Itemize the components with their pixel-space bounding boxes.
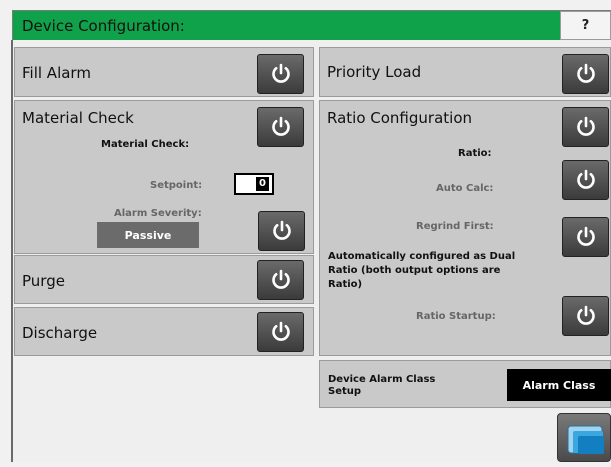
material-check-power-button[interactable] (257, 107, 304, 147)
priority-load-power-button[interactable] (562, 54, 609, 94)
power-icon (576, 226, 595, 246)
help-button[interactable]: ? (560, 11, 611, 40)
power-icon (576, 305, 595, 325)
auto-calc-power-button[interactable] (562, 160, 609, 200)
title-bar: Device Configuration: (12, 10, 611, 41)
discharge-power-button[interactable] (257, 312, 304, 352)
material-check-sub-label: Material Check: (101, 139, 190, 150)
power-icon (271, 116, 290, 136)
alarm-severity-select[interactable]: Passive (97, 222, 199, 248)
alarm-class-panel: Device Alarm Class Setup Alarm Class (319, 360, 611, 408)
dual-ratio-info: Automatically configured as Dual Ratio (… (328, 251, 516, 290)
material-check-panel: Material Check Material Check: Setpoint:… (14, 100, 314, 254)
power-icon (271, 321, 290, 341)
regrind-first-label: Regrind First: (416, 221, 494, 232)
power-icon (272, 220, 291, 240)
ratio-config-power-button[interactable] (562, 107, 609, 147)
priority-load-title: Priority Load (327, 63, 422, 81)
folder-button[interactable] (557, 413, 611, 462)
purge-title: Purge (22, 272, 65, 290)
alarm-severity-label: Alarm Severity: (114, 208, 202, 219)
setpoint-label: Setpoint: (150, 180, 203, 191)
setpoint-value: 0 (256, 177, 269, 191)
discharge-panel: Discharge (14, 307, 314, 356)
power-icon (576, 169, 595, 189)
material-check-title: Material Check (22, 109, 134, 127)
power-icon (271, 269, 290, 289)
regrind-first-power-button[interactable] (562, 217, 609, 257)
purge-power-button[interactable] (257, 260, 304, 300)
auto-calc-label: Auto Calc: (436, 183, 494, 194)
page-title: Device Configuration: (22, 17, 185, 35)
fill-alarm-panel: Fill Alarm (14, 47, 314, 97)
power-icon (576, 116, 595, 136)
folder-icon (567, 425, 604, 454)
ratio-config-panel: Ratio Configuration Ratio: Auto Calc: Re… (319, 100, 611, 356)
ratio-startup-label: Ratio Startup: (416, 311, 496, 322)
alarm-severity-power-button[interactable] (258, 211, 305, 251)
discharge-title: Discharge (22, 324, 98, 342)
setpoint-input[interactable]: 0 (234, 173, 274, 195)
power-icon (271, 63, 290, 83)
ratio-label: Ratio: (458, 148, 492, 159)
fill-alarm-title: Fill Alarm (22, 64, 91, 82)
purge-panel: Purge (14, 255, 314, 304)
priority-load-panel: Priority Load (319, 47, 611, 97)
fill-alarm-power-button[interactable] (257, 54, 304, 94)
ratio-config-title: Ratio Configuration (327, 109, 473, 127)
power-icon (576, 63, 595, 83)
ratio-startup-power-button[interactable] (562, 296, 609, 336)
alarm-class-button[interactable]: Alarm Class (507, 369, 611, 401)
alarm-class-label: Device Alarm Class Setup (328, 374, 436, 397)
